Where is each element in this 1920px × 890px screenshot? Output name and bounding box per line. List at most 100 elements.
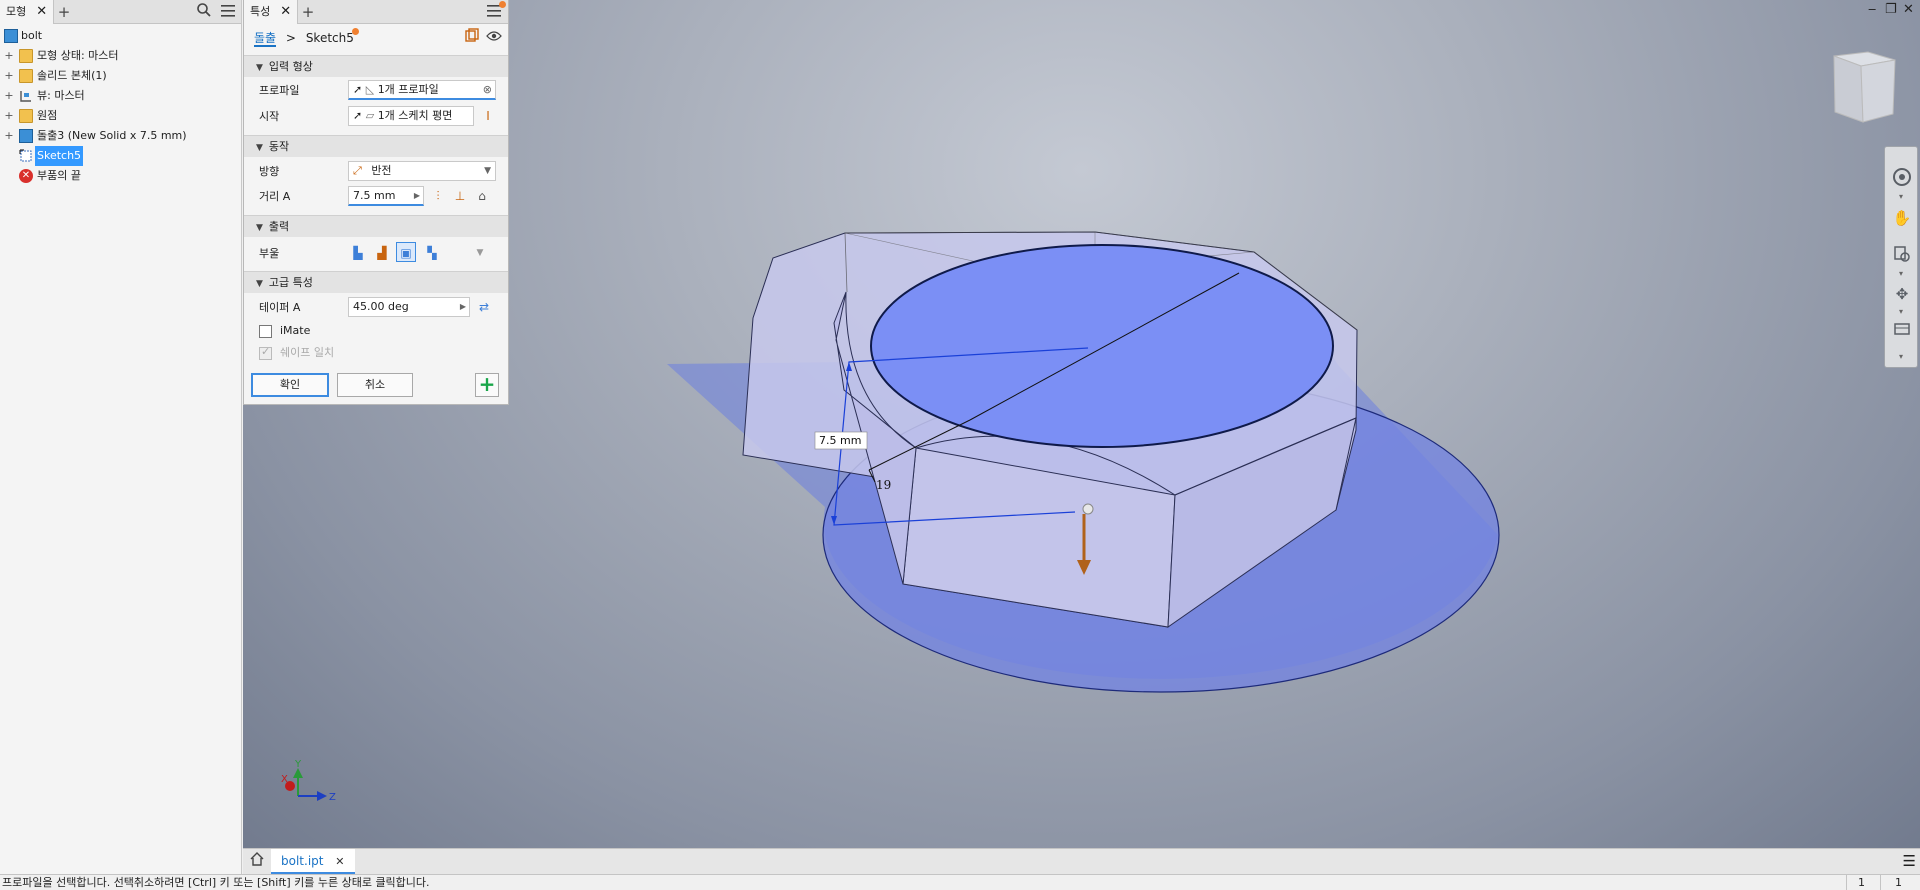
preview-eye-icon[interactable] (484, 28, 504, 48)
minimize-window-icon[interactable]: ‒ (1868, 2, 1876, 17)
tree-node-label: 원점 (37, 109, 58, 122)
tree-node-extrude3[interactable]: + 돌출3 (New Solid x 7.5 mm) (0, 126, 242, 146)
tab-document[interactable]: bolt.ipt ✕ (271, 849, 355, 874)
checkmark-icon: ✓ (261, 345, 271, 358)
symmetric-icon[interactable]: ⫶ (428, 186, 448, 206)
tree-node-label: Sketch5 (35, 146, 84, 166)
preset-icon[interactable] (462, 28, 482, 48)
start-offset-icon[interactable]: I (478, 106, 498, 126)
customize-icon[interactable]: ▾ (1899, 352, 1903, 361)
direction-icon: ⤢ (353, 164, 362, 177)
model-tree: bolt + 모형 상태: 마스터 + 솔리드 본체(1) + 뷰: 마스터 +… (0, 26, 242, 186)
tree-node-model-state[interactable]: + 모형 상태: 마스터 (0, 46, 242, 66)
tab-model-label: 모형 (6, 5, 27, 18)
close-window-icon[interactable]: ✕ (1903, 2, 1914, 17)
chevron-down-icon[interactable]: ▾ (1899, 192, 1903, 201)
chevron-down-icon[interactable]: ▾ (1899, 269, 1903, 278)
add-tab-icon[interactable]: + (298, 2, 318, 22)
tree-node-origin[interactable]: + 원점 (0, 106, 242, 126)
taper-a-input[interactable]: 45.00 deg ▶ (348, 297, 470, 317)
direction-dropdown[interactable]: ⤢ 반전 ▼ (348, 161, 496, 181)
cut-icon[interactable]: ▟ (372, 243, 392, 263)
imate-checkbox[interactable] (259, 325, 272, 338)
chevron-right-icon[interactable]: ▶ (414, 187, 420, 204)
cancel-button[interactable]: 취소 (337, 373, 413, 397)
apply-plus-button[interactable]: + (475, 373, 499, 397)
close-icon[interactable]: ✕ (36, 4, 47, 19)
expand-icon[interactable]: + (4, 126, 14, 146)
steering-wheel-icon[interactable] (1891, 167, 1913, 189)
collapse-triangle-icon: ▼ (256, 63, 263, 73)
expand-icon[interactable]: + (4, 66, 14, 86)
breadcrumb-parent[interactable]: 돌출 (254, 31, 277, 47)
distance-label[interactable]: 7.5 mm (819, 434, 861, 447)
start-value: 1개 스케치 평면 (377, 109, 453, 122)
section-input-geometry[interactable]: ▼ 입력 형상 (244, 55, 508, 77)
tree-node-part[interactable]: bolt (0, 26, 242, 46)
axis-triad: Y Z X (281, 759, 336, 803)
look-at-icon[interactable] (1891, 321, 1913, 343)
manipulator-handle[interactable] (1082, 503, 1094, 515)
diameter-label[interactable]: 19 (876, 478, 891, 492)
close-icon[interactable]: ✕ (280, 4, 291, 19)
tree-node-view[interactable]: + 뷰: 마스터 (0, 86, 242, 106)
home-icon[interactable] (247, 852, 267, 872)
tree-node-end-of-part[interactable]: ✕ 부품의 끝 (0, 166, 242, 186)
join-icon[interactable]: ▙ (348, 243, 368, 263)
axis-z-label: Z (329, 792, 336, 803)
search-icon[interactable] (194, 2, 214, 22)
expand-icon[interactable]: + (4, 106, 14, 126)
distance-options-icon[interactable]: ⌂ (472, 186, 492, 206)
flip-taper-icon[interactable]: ⇄ (474, 297, 494, 317)
ok-button[interactable]: 확인 (251, 373, 329, 397)
document-tabbar: bolt.ipt ✕ ☰ (243, 848, 1920, 874)
status-message: 프로파일을 선택합니다. 선택취소하려면 [Ctrl] 키 또는 [Shift]… (2, 876, 430, 889)
distance-a-value: 7.5 mm (353, 189, 396, 202)
tree-node-label: 모형 상태: 마스터 (37, 49, 119, 62)
intersect-icon[interactable]: ▣ (396, 242, 416, 262)
to-icon[interactable]: ⊥ (450, 186, 470, 206)
restore-window-icon[interactable]: ❐ (1885, 2, 1897, 17)
pan-hand-icon[interactable]: ✋ (1891, 207, 1913, 229)
clear-icon[interactable]: ⊗ (483, 81, 492, 98)
section-advanced[interactable]: ▼ 고급 특성 (244, 271, 508, 293)
axis-x-label: X (281, 774, 288, 785)
hamburger-icon[interactable]: ☰ (1903, 852, 1916, 870)
tree-node-label: 돌출3 (New Solid x 7.5 mm) (37, 129, 187, 142)
taper-a-label: 테이퍼 A (259, 301, 301, 314)
orbit-icon[interactable]: ✥ (1891, 283, 1913, 305)
zoom-icon[interactable] (1891, 245, 1913, 267)
direction-value: 반전 (371, 164, 392, 177)
tab-properties-label: 특성 (250, 5, 271, 18)
expand-icon[interactable]: + (4, 86, 14, 106)
tab-properties[interactable]: 특성 ✕ (244, 0, 299, 24)
expand-icon[interactable]: + (4, 46, 14, 66)
section-title: 고급 특성 (268, 276, 313, 289)
tree-node-solid-bodies[interactable]: + 솔리드 본체(1) (0, 66, 242, 86)
tree-node-sketch5[interactable]: Sketch5 (0, 146, 242, 166)
close-icon[interactable]: ✕ (335, 855, 344, 868)
section-output[interactable]: ▼ 출력 (244, 215, 508, 237)
status-count-documents: 1 (1880, 875, 1916, 890)
properties-panel: 특성 ✕ + 돌출 > Sketch5 ▼ 입력 형상 프로파일 ➚ ◺ 1개 프로… (243, 0, 509, 405)
chevron-down-icon: ▼ (484, 166, 491, 176)
hamburger-icon[interactable] (218, 2, 238, 22)
tab-model[interactable]: 모형 ✕ (0, 0, 55, 24)
view-cube[interactable] (1833, 51, 1896, 123)
chevron-down-icon[interactable]: ▼ (470, 243, 490, 263)
folder-icon (19, 49, 33, 63)
chevron-down-icon[interactable]: ▾ (1899, 307, 1903, 316)
properties-tabbar: 특성 ✕ + (244, 0, 508, 24)
section-behavior[interactable]: ▼ 동작 (244, 135, 508, 157)
sketch-icon (19, 149, 33, 163)
chevron-right-icon[interactable]: ▶ (460, 298, 466, 316)
profile-label: 프로파일 (259, 84, 300, 97)
tree-node-label: 뷰: 마스터 (37, 89, 85, 102)
profile-selector[interactable]: ➚ ◺ 1개 프로파일 ⊗ (348, 80, 496, 100)
start-selector[interactable]: ➚ ▱ 1개 스케치 평면 (348, 106, 474, 126)
distance-a-input[interactable]: 7.5 mm ▶ (348, 186, 424, 206)
model-browser: 모형 ✕ + bolt + 모형 상태: 마스터 + 솔리드 본체(1) + 뷰… (0, 0, 242, 874)
new-solid-icon[interactable]: ▚ (422, 243, 442, 263)
start-label: 시작 (259, 110, 280, 123)
add-tab-icon[interactable]: + (54, 2, 74, 22)
